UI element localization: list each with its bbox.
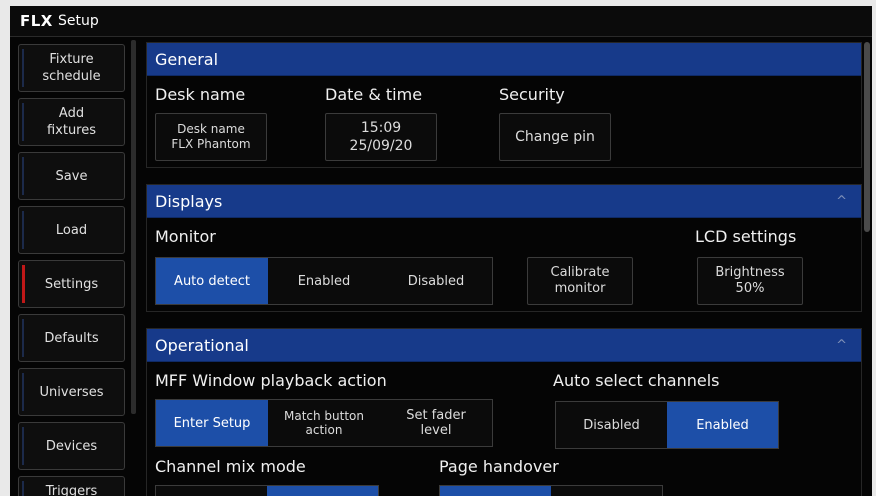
sidebar-item-load[interactable]: Load: [18, 206, 125, 254]
monitor-selector: Auto detect Enabled Disabled: [155, 257, 493, 305]
page-handover-option-left[interactable]: [440, 486, 551, 496]
sidebar-scrollbar[interactable]: [131, 40, 136, 414]
main-scrollbar[interactable]: [864, 42, 870, 232]
setup-window: FLX Setup Fixture schedule Add fixtures …: [10, 6, 872, 496]
displays-section: Displays ^ Monitor LCD settings Auto det…: [146, 184, 862, 312]
auto-select-selector: Disabled Enabled: [555, 401, 779, 449]
sidebar-item-triggers[interactable]: Triggers: [18, 476, 125, 496]
displays-header-title: Displays: [155, 191, 223, 211]
lcd-settings-label: LCD settings: [695, 227, 797, 246]
change-pin-button[interactable]: Change pin: [499, 113, 611, 161]
sidebar-item-save[interactable]: Save: [18, 152, 125, 200]
channel-mix-selector: [155, 485, 379, 496]
monitor-option-auto-detect[interactable]: Auto detect: [156, 258, 268, 304]
brightness-button[interactable]: Brightness 50%: [697, 257, 803, 305]
operational-header[interactable]: Operational ^: [147, 329, 861, 362]
datetime-label: Date & time: [325, 85, 423, 104]
page-handover-label: Page handover: [439, 457, 559, 476]
channel-mix-option-right[interactable]: [267, 486, 378, 496]
security-label: Security: [499, 85, 565, 104]
sidebar-item-universes[interactable]: Universes: [18, 368, 125, 416]
general-header[interactable]: General: [147, 43, 861, 76]
mff-action-selector: Enter Setup Match button action Set fade…: [155, 399, 493, 447]
operational-section: Operational ^ MFF Window playback action…: [146, 328, 862, 496]
auto-select-channels-label: Auto select channels: [553, 371, 720, 390]
page-handover-option-right[interactable]: [551, 486, 662, 496]
datetime-button[interactable]: 15:09 25/09/20: [325, 113, 437, 161]
sidebar-item-defaults[interactable]: Defaults: [18, 314, 125, 362]
mff-option-match-button-action[interactable]: Match button action: [268, 400, 380, 446]
page-handover-selector: [439, 485, 663, 496]
collapse-caret-icon[interactable]: ^: [836, 338, 847, 353]
sidebar-item-devices[interactable]: Devices: [18, 422, 125, 470]
mff-option-enter-setup[interactable]: Enter Setup: [156, 400, 268, 446]
sidebar-item-settings[interactable]: Settings: [18, 260, 125, 308]
general-header-title: General: [155, 49, 219, 69]
mff-playback-action-label: MFF Window playback action: [155, 371, 387, 390]
auto-select-option-disabled[interactable]: Disabled: [556, 402, 667, 448]
monitor-option-enabled[interactable]: Enabled: [268, 258, 380, 304]
title-bar: FLX Setup: [10, 6, 872, 37]
desk-name-label: Desk name: [155, 85, 246, 104]
general-section: General Desk name Date & time Security D…: [146, 42, 862, 168]
desk-name-button[interactable]: Desk name FLX Phantom: [155, 113, 267, 161]
operational-header-title: Operational: [155, 335, 249, 355]
window-title: Setup: [58, 13, 99, 29]
monitor-label: Monitor: [155, 227, 216, 246]
channel-mix-mode-label: Channel mix mode: [155, 457, 306, 476]
mff-option-set-fader-level[interactable]: Set fader level: [380, 400, 492, 446]
sidebar-item-add-fixtures[interactable]: Add fixtures: [18, 98, 125, 146]
calibrate-monitor-button[interactable]: Calibrate monitor: [527, 257, 633, 305]
monitor-option-disabled[interactable]: Disabled: [380, 258, 492, 304]
collapse-caret-icon[interactable]: ^: [836, 194, 847, 209]
displays-header[interactable]: Displays ^: [147, 185, 861, 218]
auto-select-option-enabled[interactable]: Enabled: [667, 402, 778, 448]
channel-mix-option-left[interactable]: [156, 486, 267, 496]
flx-logo: FLX: [20, 12, 53, 30]
sidebar-item-fixture-schedule[interactable]: Fixture schedule: [18, 44, 125, 92]
